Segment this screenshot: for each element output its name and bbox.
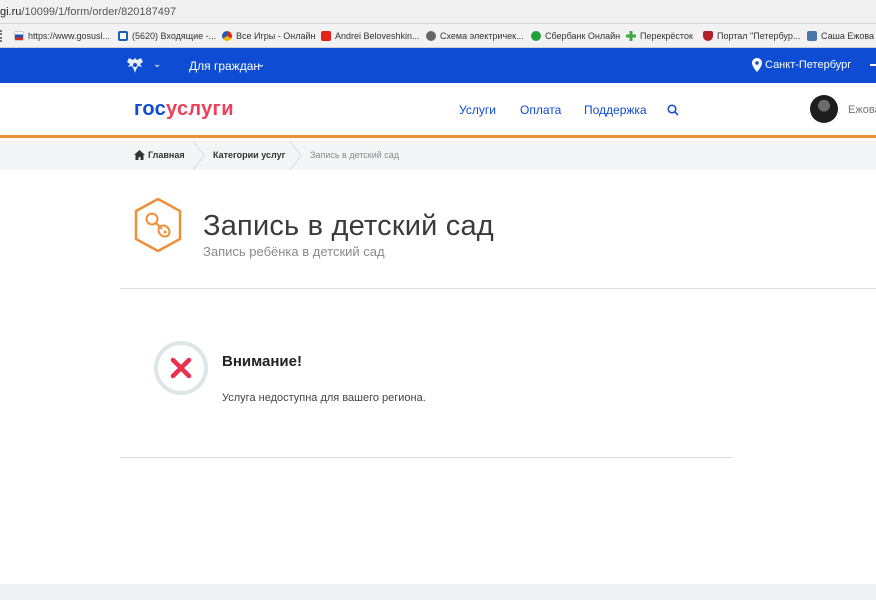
bookmark-label: Перекрёсток: [640, 31, 693, 41]
nav-services[interactable]: Услуги: [459, 103, 496, 117]
bookmark-label: Саша Ежова: [821, 31, 875, 41]
bookmark-label: Портал "Петербур...: [717, 31, 801, 41]
close-icon: [170, 357, 192, 379]
vk-icon: [807, 31, 817, 41]
coat-of-arms-icon[interactable]: [125, 56, 145, 74]
bookmark-perekrestok[interactable]: Перекрёсток: [626, 29, 693, 43]
bookmarks-bar: https://www.gosusl... (5620) Входящие -.…: [0, 24, 876, 48]
home-icon[interactable]: [134, 150, 145, 160]
pacifier-icon: [134, 197, 182, 253]
avatar[interactable]: [810, 95, 838, 123]
address-url[interactable]: gi.ru/10099/1/form/order/820187497: [0, 6, 176, 18]
bookmark-label: Andrei Beloveshkin...: [335, 31, 420, 41]
search-icon[interactable]: [667, 104, 679, 116]
bookmark-mail[interactable]: (5620) Входящие -...: [118, 29, 216, 43]
youtube-icon: [321, 31, 331, 41]
gov-top-bar: ⌄ Для граждан ⌄ Санкт-Петербург: [0, 48, 876, 83]
bookmark-games[interactable]: Все Игры - Онлайн: [222, 29, 315, 43]
bookmark-gosuslugi[interactable]: https://www.gosusl...: [14, 29, 110, 43]
bookmark-label: Все Игры - Онлайн: [236, 31, 316, 41]
city-selector[interactable]: Санкт-Петербург: [765, 59, 851, 71]
nav-payment[interactable]: Оплата: [520, 103, 561, 117]
bookmark-sberbank[interactable]: Сбербанк Онлайн: [531, 29, 620, 43]
mail-icon: [118, 31, 128, 41]
bookmark-spb-portal[interactable]: Портал "Петербур...: [703, 29, 800, 43]
bookmark-youtube[interactable]: Andrei Beloveshkin...: [321, 29, 420, 43]
breadcrumb-current: Запись в детский сад: [310, 150, 400, 160]
page-subtitle: Запись ребёнка в детский сад: [203, 244, 385, 259]
divider: [120, 457, 733, 458]
location-pin-icon: [752, 58, 762, 72]
breadcrumb-categories[interactable]: Категории услуг: [213, 150, 285, 160]
footer: [0, 584, 876, 600]
alert-message: Услуга недоступна для вашего региона.: [222, 392, 426, 404]
logo-part-gos: гос: [134, 98, 167, 120]
bookmark-label: (5620) Входящие -...: [132, 31, 217, 41]
nav-support[interactable]: Поддержка: [584, 103, 647, 117]
user-name[interactable]: Ежова: [848, 104, 876, 116]
breadcrumb-separator: [289, 141, 302, 170]
divider: [120, 288, 876, 289]
sberbank-icon: [531, 31, 541, 41]
bookmark-label: Схема электричек...: [440, 31, 524, 41]
page-title: Запись в детский сад: [203, 210, 494, 242]
url-domain: gi.ru: [0, 6, 22, 18]
bookmark-trains[interactable]: Схема электричек...: [426, 29, 524, 43]
chevron-down-icon[interactable]: ⌄: [257, 59, 265, 70]
bookmark-label: Сбербанк Онлайн: [545, 31, 621, 41]
bookmark-label: https://www.gosusl...: [28, 31, 111, 41]
menu-edge-icon[interactable]: [870, 64, 876, 66]
gosuslugi-logo[interactable]: госуслуги: [134, 98, 234, 121]
logo-part-uslugi: услуги: [166, 98, 234, 120]
bookmark-vk[interactable]: Саша Ежова: [807, 29, 874, 43]
chevron-down-icon[interactable]: ⌄: [153, 59, 161, 70]
breadcrumb: Главная Категории услуг Запись в детский…: [0, 141, 876, 170]
globe-icon: [426, 31, 436, 41]
citizens-menu[interactable]: Для граждан: [189, 59, 260, 73]
perekrestok-icon: [626, 31, 636, 41]
site-header: госуслуги Услуги Оплата Поддержка Ежова: [0, 83, 876, 138]
breadcrumb-separator: [192, 141, 205, 170]
gosuslugi-flag-icon: [14, 31, 24, 41]
apps-grip-icon[interactable]: [0, 30, 3, 42]
breadcrumb-home[interactable]: Главная: [148, 150, 185, 160]
alert-title: Внимание!: [222, 353, 302, 370]
browser-address-bar[interactable]: gi.ru/10099/1/form/order/820187497: [0, 0, 876, 24]
games-icon: [222, 31, 232, 41]
url-path: /10099/1/form/order/820187497: [21, 6, 177, 18]
spb-crest-icon: [703, 31, 713, 41]
